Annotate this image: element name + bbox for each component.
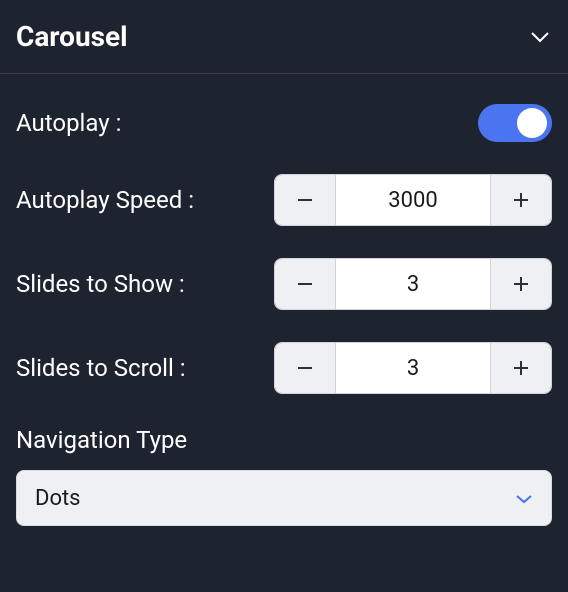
navigation-type-value: Dots — [35, 486, 81, 511]
slides-to-scroll-stepper: 3 — [274, 342, 552, 394]
increment-button[interactable] — [491, 343, 551, 393]
decrement-button[interactable] — [275, 175, 335, 225]
chevron-down-icon — [515, 489, 533, 508]
autoplay-label: Autoplay : — [16, 109, 121, 137]
increment-button[interactable] — [491, 175, 551, 225]
slides-to-scroll-row: Slides to Scroll : 3 — [16, 342, 552, 394]
autoplay-speed-value[interactable]: 3000 — [335, 175, 491, 225]
slides-to-scroll-value[interactable]: 3 — [335, 343, 491, 393]
increment-button[interactable] — [491, 259, 551, 309]
section-title: Carousel — [16, 20, 128, 53]
decrement-button[interactable] — [275, 259, 335, 309]
slides-to-scroll-label: Slides to Scroll : — [16, 354, 186, 382]
slides-to-show-row: Slides to Show : 3 — [16, 258, 552, 310]
slides-to-show-label: Slides to Show : — [16, 270, 185, 298]
section-header[interactable]: Carousel — [0, 0, 568, 74]
navigation-type-select[interactable]: Dots — [16, 470, 552, 526]
section-body: Autoplay : Autoplay Speed : 3000 Slides … — [0, 74, 568, 542]
autoplay-toggle[interactable] — [478, 104, 552, 142]
autoplay-speed-stepper: 3000 — [274, 174, 552, 226]
autoplay-speed-label: Autoplay Speed : — [16, 186, 194, 214]
slides-to-show-value[interactable]: 3 — [335, 259, 491, 309]
autoplay-speed-row: Autoplay Speed : 3000 — [16, 174, 552, 226]
decrement-button[interactable] — [275, 343, 335, 393]
navigation-type-label-block: Navigation Type — [16, 426, 552, 454]
chevron-down-icon — [528, 25, 552, 49]
autoplay-row: Autoplay : — [16, 104, 552, 142]
navigation-type-label: Navigation Type — [16, 426, 552, 454]
slides-to-show-stepper: 3 — [274, 258, 552, 310]
toggle-knob — [517, 108, 547, 138]
